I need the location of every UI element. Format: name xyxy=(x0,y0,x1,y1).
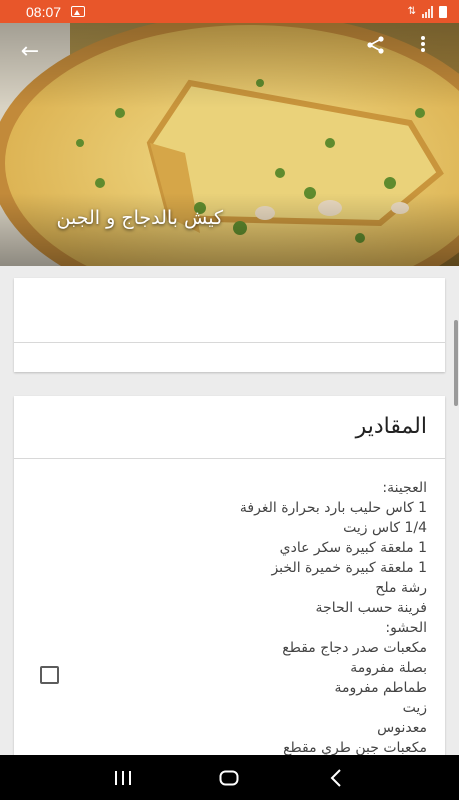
battery-icon xyxy=(439,5,447,18)
status-time: 08:07 xyxy=(26,3,62,20)
recipe-title: كيش بالدجاج و الجبن xyxy=(56,207,223,229)
ingredient-item: العجينة: xyxy=(382,480,427,496)
status-bar: 08:07 ⇅ xyxy=(0,0,459,23)
status-icons: ⇅ xyxy=(407,5,447,18)
ingredient-item: 1/4 كاس زيت xyxy=(343,520,427,536)
scrollbar-thumb[interactable] xyxy=(454,320,458,406)
ingredient-item: رشة ملح xyxy=(375,580,427,596)
image-icon xyxy=(71,6,86,17)
ingredients-card: المقادير العجينة: 1 كاس حليب بارد بحرارة… xyxy=(14,396,445,776)
hero-image: ← كيش بالدجاج و الجبن xyxy=(0,23,459,266)
card-divider xyxy=(14,342,445,343)
back-icon[interactable] xyxy=(316,758,356,798)
ingredient-item: زيت xyxy=(402,700,427,716)
ingredients-list: العجينة: 1 كاس حليب بارد بحرارة الغرفة 1… xyxy=(67,478,427,758)
ingredients-divider xyxy=(14,458,445,459)
more-vert-icon[interactable] xyxy=(420,35,452,67)
share-icon[interactable] xyxy=(366,35,398,67)
back-arrow-icon[interactable]: ← xyxy=(14,35,46,67)
ingredients-title: المقادير xyxy=(355,414,427,439)
ingredient-item: بصلة مفرومة xyxy=(350,660,427,676)
home-icon[interactable] xyxy=(209,758,249,798)
signal-icon xyxy=(422,5,433,18)
ingredient-item: 1 كاس حليب بارد بحرارة الغرفة xyxy=(239,500,427,516)
ingredient-item: فرينة حسب الحاجة xyxy=(315,600,427,616)
recents-icon[interactable] xyxy=(103,758,143,798)
ingredient-item: 1 ملعقة كبيرة خميرة الخبز xyxy=(271,560,427,576)
info-card xyxy=(14,278,445,372)
ingredient-item: الحشو: xyxy=(385,620,427,636)
ingredients-checkbox[interactable] xyxy=(40,666,59,684)
ingredient-item: طماطم مفرومة xyxy=(334,680,427,696)
ingredient-item: معدنوس xyxy=(377,720,427,736)
ingredient-item: 1 ملعقة كبيرة سكر عادي xyxy=(279,540,427,556)
navigation-bar xyxy=(0,755,459,800)
ingredient-item: مكعبات صدر دجاج مقطع xyxy=(282,640,427,656)
data-arrows-icon: ⇅ xyxy=(407,6,416,17)
